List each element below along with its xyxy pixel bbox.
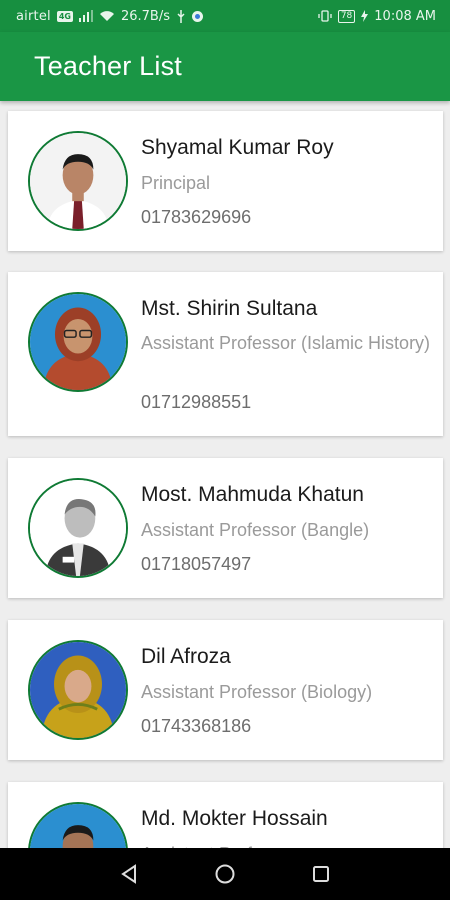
teacher-phone[interactable]: 01783629696	[141, 207, 251, 228]
nav-recents-button[interactable]	[308, 861, 334, 887]
teacher-name: Mst. Shirin Sultana	[141, 297, 318, 320]
teacher-phone[interactable]: 01712988551	[141, 392, 251, 413]
status-left: airtel 4G 26.7B/s	[16, 8, 204, 24]
app-bar: Teacher List	[0, 32, 450, 101]
teacher-name: Most. Mahmuda Khatun	[141, 483, 364, 506]
teacher-role: Assistant Professor (Biology)	[141, 682, 373, 702]
network-speed: 26.7B/s	[120, 8, 171, 24]
teacher-list[interactable]: Shyamal Kumar Roy Principal 01783629696 …	[0, 101, 450, 848]
vibrate-icon	[318, 10, 332, 22]
back-triangle-icon	[121, 864, 136, 884]
status-right: 78 10:08 AM	[318, 9, 436, 24]
notification-app-icon	[192, 10, 204, 22]
teacher-photo	[28, 802, 128, 848]
teacher-card[interactable]: Mst. Shirin Sultana Assistant Professor …	[8, 272, 443, 436]
teacher-phone[interactable]: 01743368186	[141, 716, 251, 737]
nav-home-button[interactable]	[212, 861, 238, 887]
system-nav-bar	[0, 848, 450, 900]
page-title: Teacher List	[34, 51, 182, 81]
status-bar: airtel 4G 26.7B/s 78 10:08 AM	[0, 0, 450, 32]
signal-icon	[78, 10, 93, 22]
wifi-icon	[99, 10, 115, 22]
nav-back-button[interactable]	[116, 861, 142, 887]
network-badge: 4G	[56, 10, 73, 22]
carrier-label: airtel	[16, 8, 51, 24]
teacher-role: Principal	[141, 173, 211, 193]
home-circle-icon	[215, 864, 235, 884]
clock: 10:08 AM	[374, 8, 436, 24]
teacher-photo	[28, 640, 128, 740]
battery-level: 78	[337, 9, 356, 23]
teacher-card[interactable]: Most. Mahmuda Khatun Assistant Professor…	[8, 458, 443, 598]
teacher-photo	[28, 131, 128, 231]
teacher-name: Dil Afroza	[141, 645, 231, 668]
teacher-role: Assistant Professor (Islamic History)	[141, 333, 431, 353]
teacher-card[interactable]: Dil Afroza Assistant Professor (Biology)…	[8, 620, 443, 760]
usb-icon	[176, 9, 186, 23]
recents-square-icon	[313, 866, 329, 882]
teacher-card[interactable]: Shyamal Kumar Roy Principal 01783629696	[8, 111, 443, 251]
teacher-card[interactable]: Md. Mokter Hossain Assistant Profe...	[8, 782, 443, 848]
teacher-photo	[28, 478, 128, 578]
charging-icon	[361, 10, 369, 22]
teacher-name: Md. Mokter Hossain	[141, 807, 328, 830]
teacher-role: Assistant Professor (Bangle)	[141, 520, 370, 540]
teacher-photo	[28, 292, 128, 392]
teacher-phone[interactable]: 01718057497	[141, 554, 251, 575]
teacher-name: Shyamal Kumar Roy	[141, 136, 334, 159]
